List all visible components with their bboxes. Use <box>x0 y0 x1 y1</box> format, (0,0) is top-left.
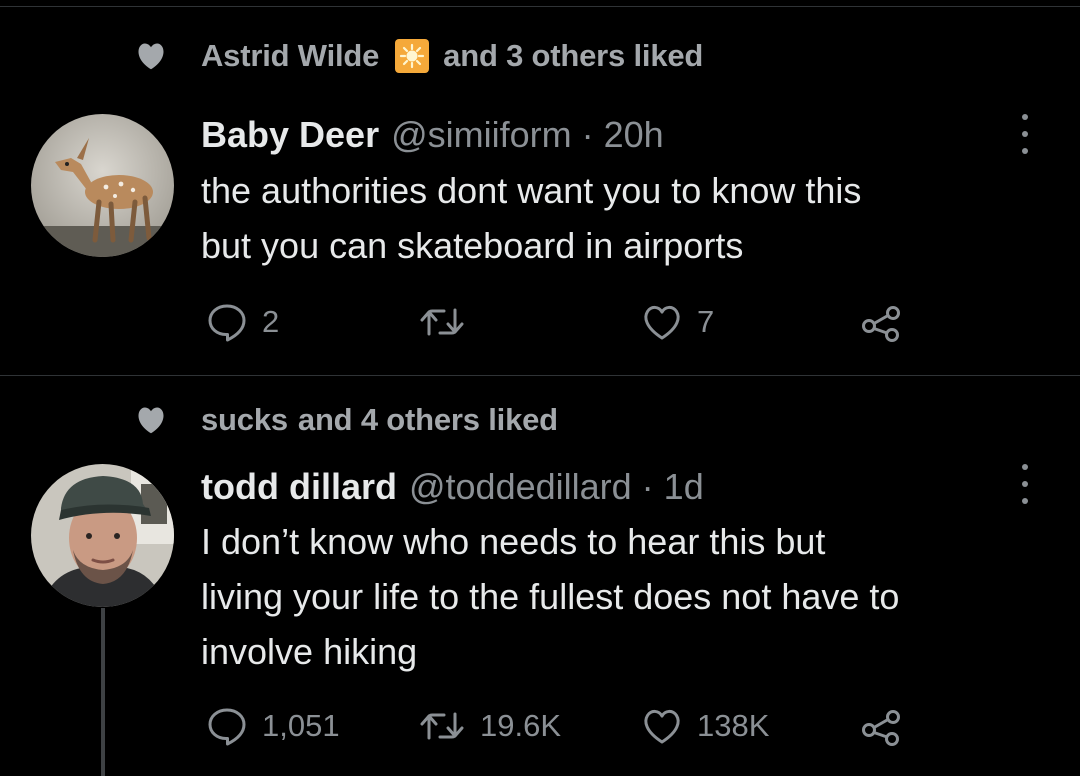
author-handle[interactable]: @toddedillard <box>409 466 632 508</box>
reply-icon <box>208 304 246 342</box>
reply-button[interactable]: 2 <box>206 300 279 344</box>
more-options-icon[interactable] <box>1016 464 1034 504</box>
author-handle[interactable]: @simiiform <box>391 114 572 156</box>
retweet-count: 19.6K <box>480 708 562 743</box>
header-separator: · <box>641 466 654 507</box>
tweet-timestamp[interactable]: 20h <box>604 114 664 156</box>
tweet-card[interactable]: sucks and 4 others liked todd dillard @t… <box>0 376 1080 776</box>
reply-button[interactable]: 1,051 <box>206 704 340 748</box>
like-count: 138K <box>697 708 770 743</box>
more-options-icon[interactable] <box>1016 114 1034 154</box>
tweet-text-line: the authorities dont want you to know th… <box>201 170 862 211</box>
tweet-header: todd dillard @toddedillard · 1d <box>201 466 704 508</box>
heart-filled-icon <box>135 40 167 72</box>
tweet-text-line: involve hiking <box>201 631 418 672</box>
social-context: Astrid Wilde and 3 others liked <box>135 38 703 74</box>
share-icon <box>862 306 900 342</box>
share-button[interactable] <box>860 704 904 748</box>
like-button[interactable]: 138K <box>641 704 769 748</box>
heart-outline-icon <box>644 709 680 744</box>
share-icon <box>862 710 900 746</box>
social-suffix: and 4 others liked <box>297 402 558 437</box>
tweet-text-line: living your life to the fullest does not… <box>201 576 900 617</box>
liker-name[interactable]: sucks <box>201 402 288 438</box>
retweet-button[interactable] <box>418 300 480 344</box>
avatar[interactable] <box>31 464 174 607</box>
tweet-timestamp[interactable]: 1d <box>664 466 704 508</box>
social-context: sucks and 4 others liked <box>135 402 558 438</box>
tweet-text-line: I don’t know who needs to hear this but <box>201 521 826 562</box>
tweet-text: the authorities dont want you to know th… <box>201 163 1061 273</box>
retweet-icon <box>420 308 464 336</box>
author-name[interactable]: todd dillard <box>201 466 397 508</box>
tweet-card[interactable]: Astrid Wilde and 3 others liked Baby Dee… <box>0 0 1080 375</box>
tweet-header: Baby Deer @simiiform · 20h <box>201 114 664 156</box>
thread-line <box>101 608 105 776</box>
tweet-actions: 2 7 <box>0 300 1080 344</box>
like-button[interactable]: 7 <box>641 300 714 344</box>
retweet-button[interactable]: 19.6K <box>418 704 561 748</box>
header-separator: · <box>581 114 594 155</box>
like-count: 7 <box>697 304 715 339</box>
sun-emoji-icon <box>395 39 430 73</box>
reply-icon <box>208 708 246 746</box>
author-name[interactable]: Baby Deer <box>201 114 379 156</box>
heart-filled-icon <box>135 404 167 436</box>
tweet-text: I don’t know who needs to hear this but … <box>201 514 1061 679</box>
share-button[interactable] <box>860 300 904 344</box>
social-suffix: and 3 others liked <box>443 38 704 73</box>
avatar[interactable] <box>31 114 174 257</box>
retweet-icon <box>420 712 464 740</box>
tweet-text-line: but you can skateboard in airports <box>201 225 744 266</box>
heart-outline-icon <box>644 305 680 340</box>
liker-name[interactable]: Astrid Wilde <box>201 38 379 74</box>
reply-count: 1,051 <box>262 708 340 743</box>
tweet-actions: 1,051 19.6K 138K <box>0 704 1080 748</box>
reply-count: 2 <box>262 304 280 339</box>
